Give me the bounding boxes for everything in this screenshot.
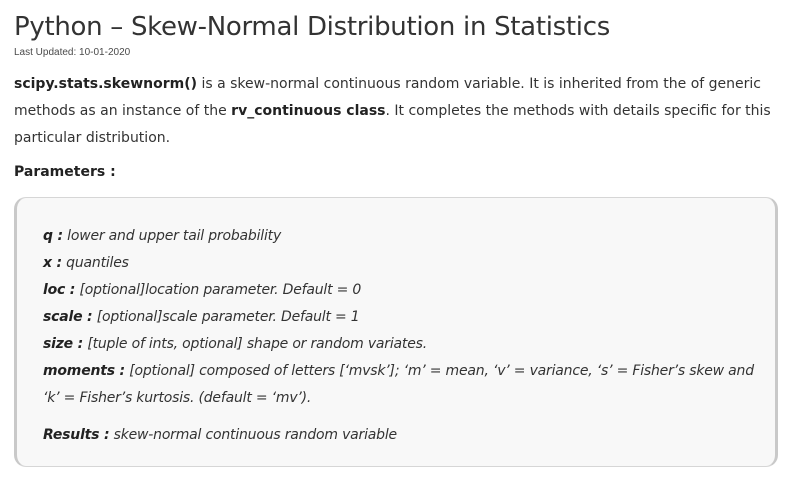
param-desc: [optional] composed of letters [‘mvsk’];… xyxy=(43,363,754,406)
intro-class-name: rv_continuous class xyxy=(231,103,386,119)
param-moments: moments : [optional] composed of letters… xyxy=(43,358,768,412)
param-desc: [optional]location parameter. Default = … xyxy=(75,282,362,298)
parameters-box: q : lower and upper tail probability x :… xyxy=(14,197,778,467)
param-size: size : [tuple of ints, optional] shape o… xyxy=(43,331,768,358)
param-desc: [optional]scale parameter. Default = 1 xyxy=(92,309,360,325)
param-key: moments : xyxy=(43,363,125,379)
param-x: x : quantiles xyxy=(43,250,768,277)
param-loc: loc : [optional]location parameter. Defa… xyxy=(43,277,768,304)
results-line: Results : skew-normal continuous random … xyxy=(43,422,768,449)
param-scale: scale : [optional]scale parameter. Defau… xyxy=(43,304,768,331)
param-desc: quantiles xyxy=(61,255,129,271)
param-key: size : xyxy=(43,336,84,352)
results-key: Results : xyxy=(43,427,110,443)
param-key: scale : xyxy=(43,309,93,325)
results-desc: skew-normal continuous random variable xyxy=(109,427,398,443)
parameters-list: q : lower and upper tail probability x :… xyxy=(43,223,768,449)
page-title: Python – Skew-Normal Distribution in Sta… xyxy=(14,12,610,42)
param-key: loc : xyxy=(43,282,76,298)
intro-paragraph: scipy.stats.skewnorm() is a skew-normal … xyxy=(14,71,779,152)
param-key: x : xyxy=(43,255,62,271)
param-key: q : xyxy=(43,228,63,244)
parameters-heading: Parameters : xyxy=(14,164,116,180)
intro-function-name: scipy.stats.skewnorm() xyxy=(14,76,197,92)
param-desc: lower and upper tail probability xyxy=(62,228,282,244)
param-q: q : lower and upper tail probability xyxy=(43,223,768,250)
last-updated-date: Last Updated: 10-01-2020 xyxy=(14,47,131,58)
param-desc: [tuple of ints, optional] shape or rando… xyxy=(83,336,427,352)
